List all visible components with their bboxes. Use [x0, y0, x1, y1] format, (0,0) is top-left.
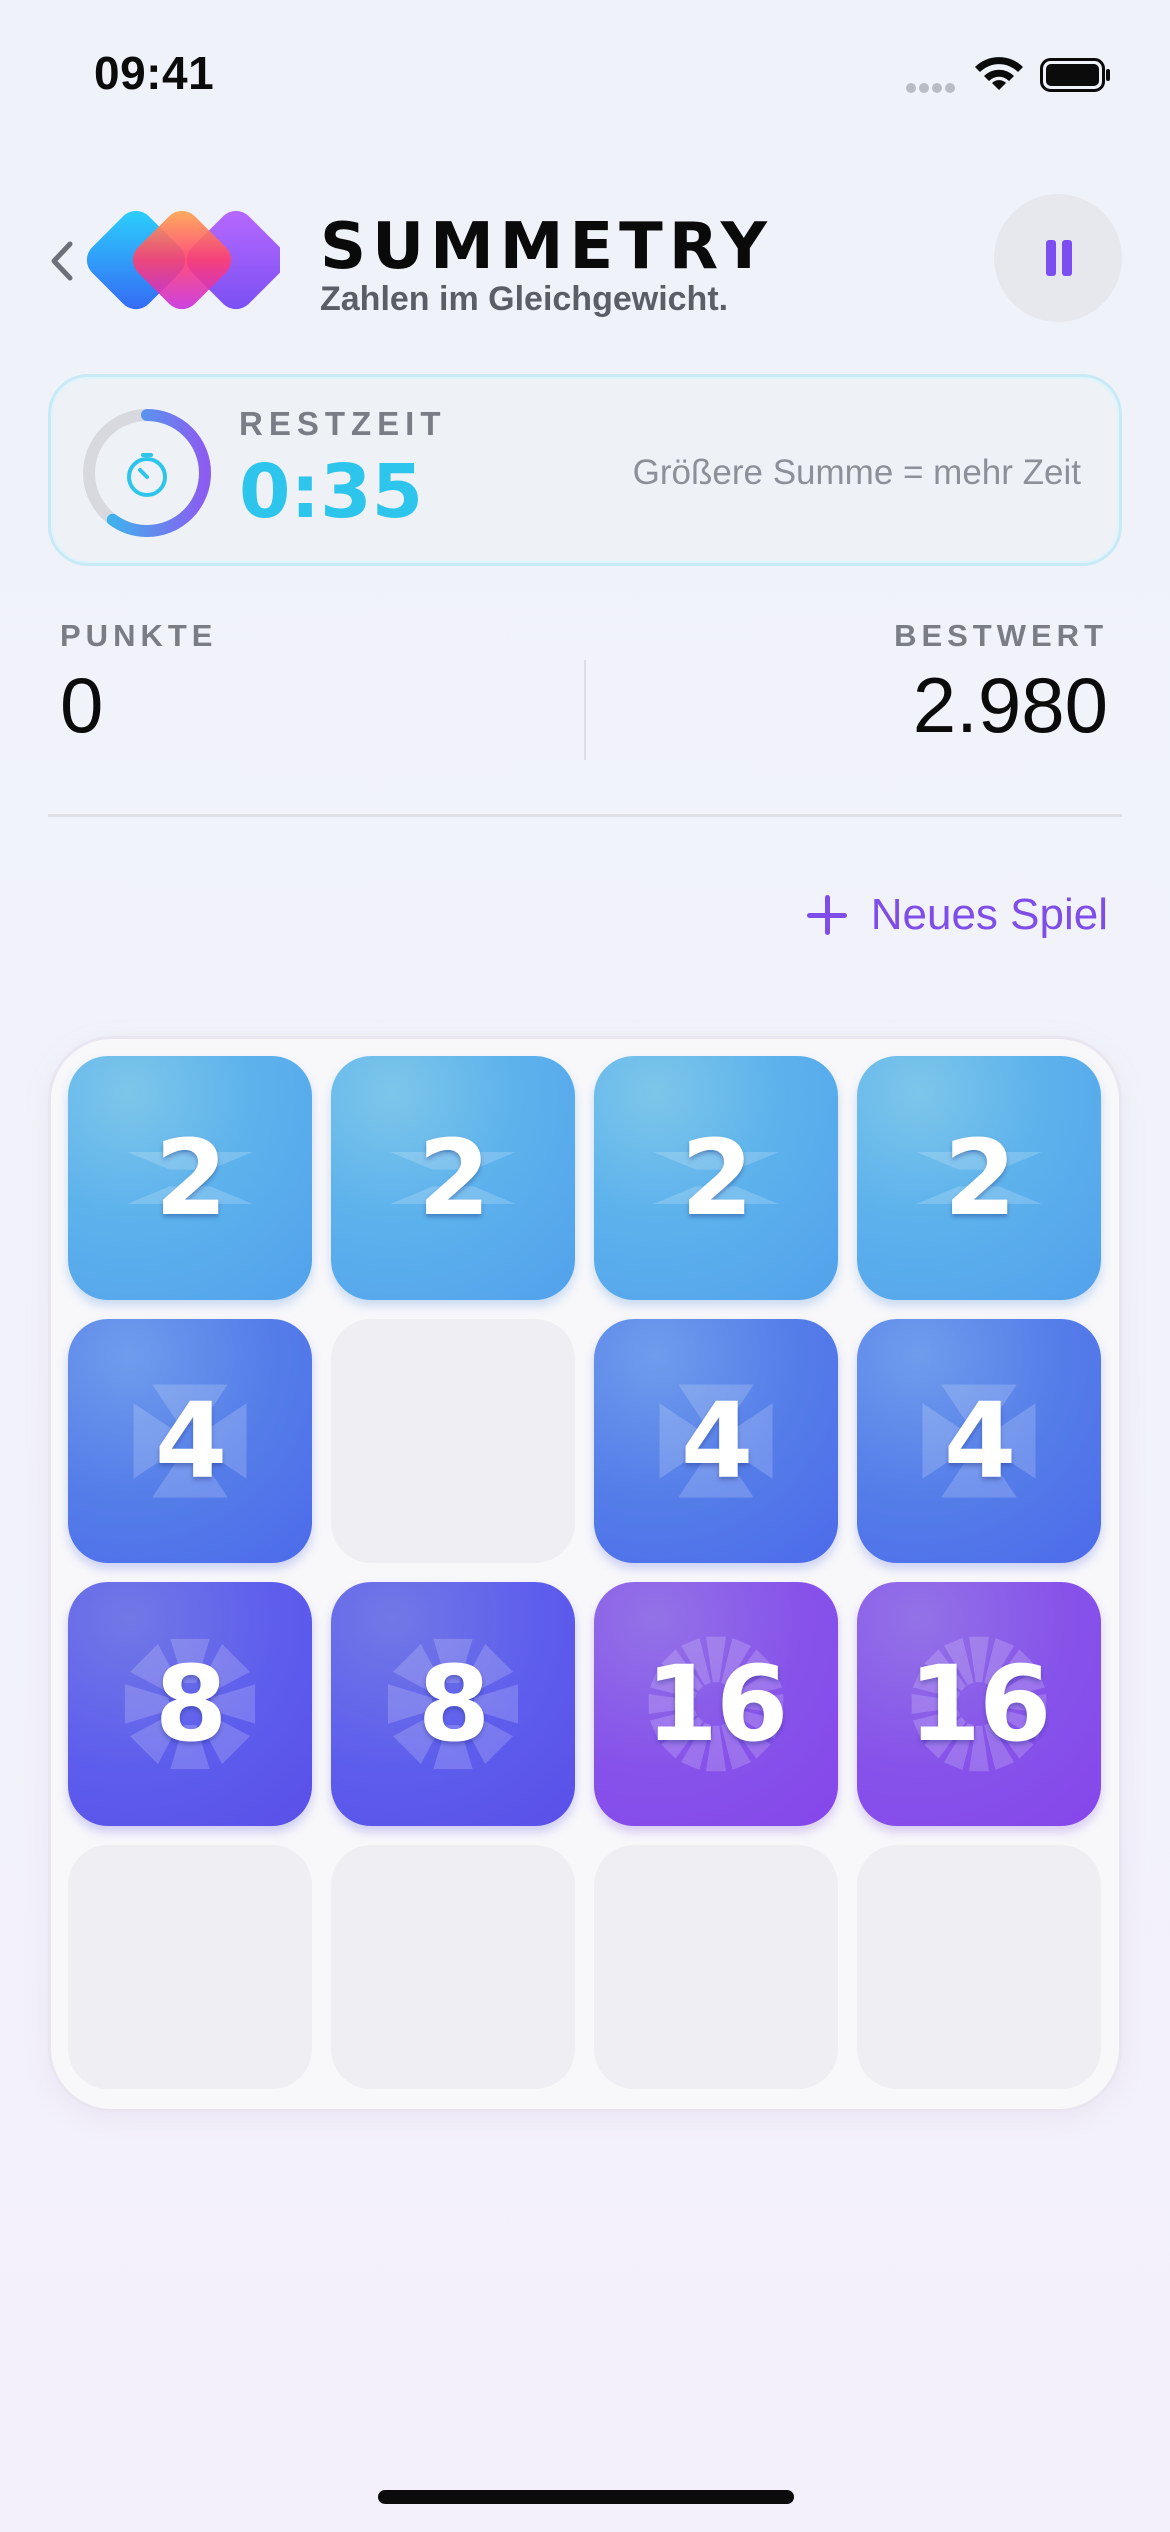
empty-cell	[331, 1845, 575, 2089]
tile-value: 16	[645, 1643, 789, 1765]
timer-value: 0:35	[239, 449, 424, 535]
back-chevron-icon[interactable]	[44, 236, 80, 286]
points-block: PUNKTE 0	[60, 618, 217, 751]
tile-8: 8	[68, 1582, 312, 1826]
pause-button[interactable]	[994, 194, 1122, 322]
tile-value: 4	[154, 1380, 227, 1502]
wifi-icon	[975, 57, 1023, 90]
empty-cell	[857, 1845, 1101, 2089]
tile-16: 16	[857, 1582, 1101, 1826]
app-logo	[86, 210, 280, 310]
tile-value: 8	[417, 1643, 490, 1765]
tile-2: 2	[68, 1056, 312, 1300]
best-score-block: BESTWERT 2.980	[894, 618, 1108, 751]
tile-value: 2	[154, 1117, 227, 1239]
tile-value: 16	[908, 1643, 1052, 1765]
stopwatch-icon	[127, 453, 167, 497]
new-game-label: Neues Spiel	[870, 890, 1108, 939]
tile-value: 2	[680, 1117, 753, 1239]
timer-hint: Größere Summe = mehr Zeit	[632, 453, 1081, 492]
tile-value: 4	[943, 1380, 1016, 1502]
battery-icon	[1040, 58, 1110, 92]
home-indicator	[378, 2490, 794, 2504]
status-bar: 09:41	[0, 0, 1170, 140]
best-score-label: BESTWERT	[894, 618, 1108, 653]
tile-8: 8	[331, 1582, 575, 1826]
tile-2: 2	[594, 1056, 838, 1300]
tile-value: 2	[943, 1117, 1016, 1239]
empty-cell	[331, 1319, 575, 1563]
tile-value: 8	[154, 1643, 227, 1765]
cellular-signal-icon	[906, 80, 962, 93]
tile-2: 2	[331, 1056, 575, 1300]
points-label: PUNKTE	[60, 618, 218, 653]
tile-value: 4	[680, 1380, 753, 1502]
tile-16: 16	[594, 1582, 838, 1826]
tile-value: 2	[417, 1117, 490, 1239]
empty-cell	[594, 1845, 838, 2089]
tile-2: 2	[857, 1056, 1101, 1300]
tile-4: 4	[594, 1319, 838, 1563]
plus-icon	[806, 895, 847, 935]
app-header: SUMMETRY Zahlen im Gleichgewicht.	[0, 180, 1170, 340]
pause-icon-bar	[1062, 240, 1072, 276]
points-value: 0	[60, 661, 104, 749]
best-score-value: 2.980	[912, 661, 1108, 749]
tile-4: 4	[68, 1319, 312, 1563]
timer-label: RESTZEIT	[239, 405, 447, 442]
empty-cell	[68, 1845, 312, 2089]
game-board[interactable]: 2 2 2 2 4 4 4 8 8 16 16	[48, 1036, 1122, 2112]
timer-card: RESTZEIT 0:35 Größere Summe = mehr Zeit	[48, 374, 1122, 566]
app-subtitle: Zahlen im Gleichgewicht.	[320, 280, 729, 318]
section-divider	[48, 814, 1122, 817]
tile-4: 4	[857, 1319, 1101, 1563]
status-time: 09:41	[94, 47, 215, 99]
timer-progress-ring	[83, 409, 211, 537]
pause-icon	[1046, 240, 1056, 276]
new-game-button[interactable]: Neues Spiel	[806, 880, 1108, 950]
app-title: SUMMETRY	[320, 210, 773, 284]
score-divider	[584, 660, 586, 760]
